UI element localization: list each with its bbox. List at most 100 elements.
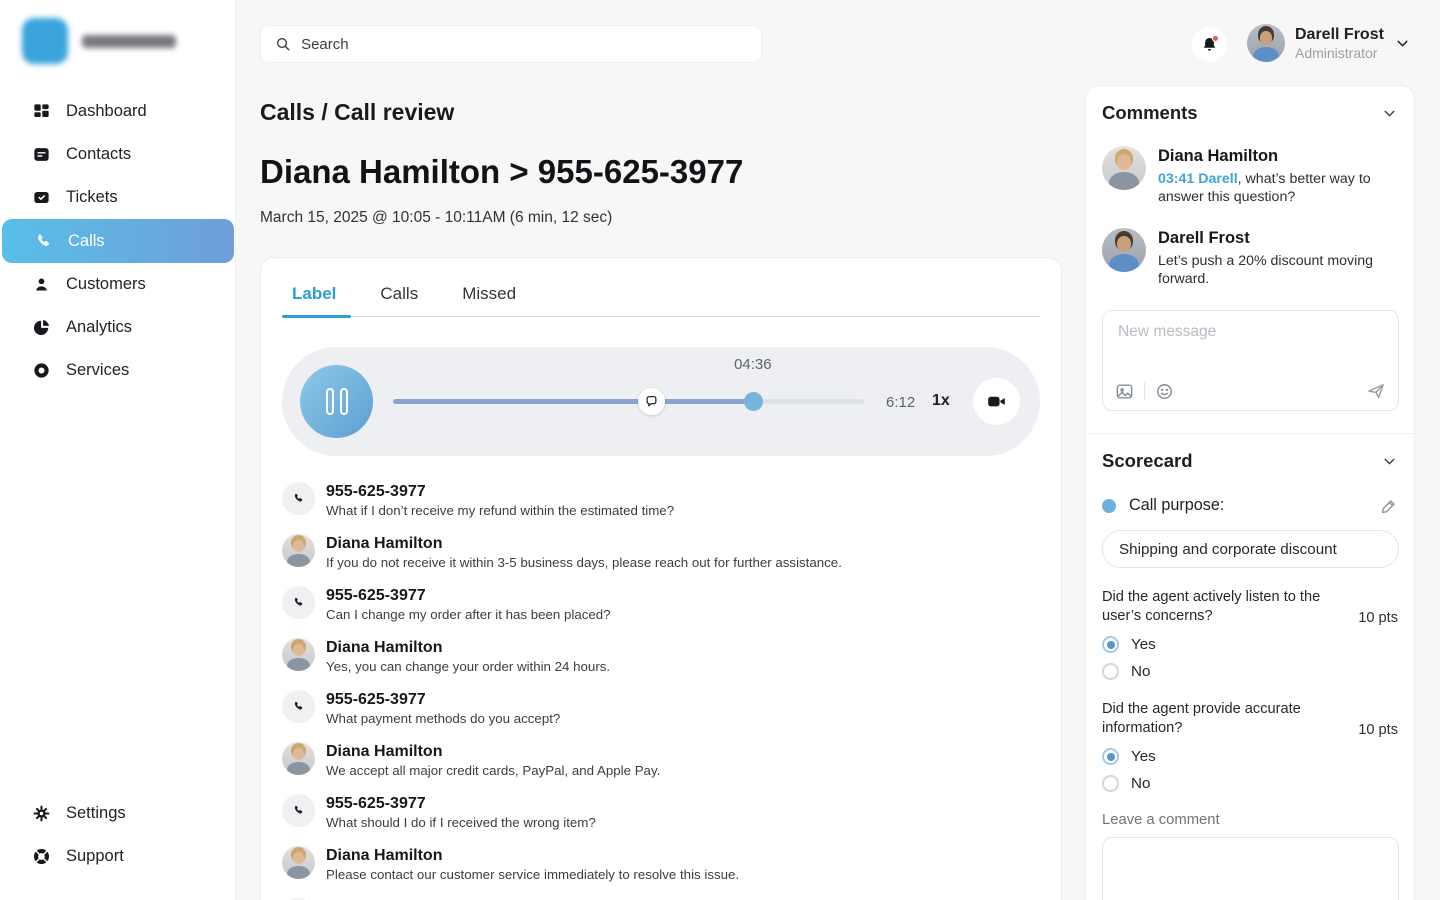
speaker-name: Diana Hamilton — [326, 846, 739, 865]
radio-label: Yes — [1131, 636, 1156, 653]
attach-image-icon[interactable] — [1115, 382, 1134, 401]
radio-option-no[interactable]: No — [1102, 775, 1398, 792]
emoji-icon[interactable] — [1155, 382, 1174, 401]
phone-avatar-icon — [282, 482, 315, 515]
new-message-box[interactable]: New message — [1102, 310, 1399, 411]
search-bar[interactable] — [260, 25, 762, 63]
comment-body: Let’s push a 20% discount moving forward… — [1158, 253, 1373, 287]
radio-unchecked-icon[interactable] — [1102, 775, 1119, 792]
seek-track — [393, 399, 864, 404]
agent-avatar — [282, 534, 315, 567]
new-message-placeholder: New message — [1118, 323, 1383, 341]
review-side-panel: Comments Diana Hamilton 03:41 Darell, wh… — [1085, 85, 1415, 900]
radio-checked-icon[interactable] — [1102, 636, 1119, 653]
brand-logo — [0, 0, 235, 64]
tab-missed[interactable]: Missed — [452, 276, 526, 316]
transcript-row[interactable]: Diana Hamilton If you do not receive it … — [282, 534, 1040, 571]
scorecard-question: Did the agent actively listen to the use… — [1102, 588, 1398, 626]
playback-speed-button[interactable]: 1x — [932, 392, 950, 410]
chevron-down-icon[interactable] — [1381, 453, 1398, 470]
breadcrumb: Calls / Call review — [260, 99, 454, 126]
transcript-row[interactable]: 955-625-3977 What should I do if I recei… — [282, 794, 1040, 831]
active-tab-indicator — [282, 315, 351, 318]
speaker-name: Diana Hamilton — [326, 534, 842, 553]
sidebar-item-customers[interactable]: Customers — [0, 263, 235, 306]
pause-icon — [340, 388, 348, 415]
customers-icon — [32, 275, 51, 294]
call-purpose-value: Shipping and corporate discount — [1119, 541, 1337, 558]
leave-comment-field[interactable] — [1102, 837, 1399, 900]
sidebar-item-label: Services — [66, 361, 129, 380]
services-icon — [32, 361, 51, 380]
sidebar-item-tickets[interactable]: Tickets — [0, 176, 235, 219]
comment-author: Diana Hamilton — [1158, 146, 1399, 166]
utterance: We accept all major credit cards, PayPal… — [326, 763, 660, 779]
question-points: 10 pts — [1358, 722, 1398, 738]
agent-avatar — [282, 742, 315, 775]
contacts-icon — [32, 145, 51, 164]
question-text: Did the agent provide accurate informati… — [1102, 700, 1330, 738]
radio-option-yes[interactable]: Yes — [1102, 748, 1398, 765]
chevron-down-icon[interactable] — [1381, 105, 1398, 122]
comment-item: Diana Hamilton 03:41 Darell, what’s bett… — [1102, 146, 1398, 206]
radio-checked-icon[interactable] — [1102, 748, 1119, 765]
user-menu[interactable]: Darell Frost Administrator — [1247, 24, 1411, 62]
timestamp-mention-link[interactable]: 03:41 Darell — [1158, 171, 1238, 187]
speaker-name: 955-625-3977 — [326, 794, 596, 813]
sidebar-item-label: Tickets — [66, 188, 118, 207]
tab-label[interactable]: Label — [282, 276, 346, 316]
sidebar-item-label: Settings — [66, 804, 126, 823]
transcript-list: 955-625-3977 What if I don’t receive my … — [282, 482, 1040, 900]
transcript-row[interactable]: 955-625-3977 What if I don’t receive my … — [282, 482, 1040, 519]
tab-bar: Label Calls Missed — [282, 276, 1040, 316]
video-button[interactable] — [973, 378, 1020, 425]
scorecard-header: Scorecard — [1102, 450, 1398, 472]
speaker-name: 955-625-3977 — [326, 586, 611, 605]
speech-bubble-icon — [645, 395, 658, 408]
avatar — [1247, 24, 1285, 62]
total-time: 6:12 — [886, 394, 915, 411]
transcript-row[interactable]: Diana Hamilton Yes, you can change your … — [282, 638, 1040, 675]
user-role: Administrator — [1295, 45, 1384, 62]
call-purpose-row: Call purpose: — [1102, 496, 1398, 515]
pause-button[interactable] — [300, 365, 373, 438]
current-time: 04:36 — [734, 356, 772, 373]
scorecard-question: Did the agent provide accurate informati… — [1102, 700, 1398, 738]
seek-bar[interactable]: 04:36 — [393, 347, 864, 456]
agent-avatar — [282, 846, 315, 879]
search-input[interactable] — [301, 36, 747, 53]
sidebar-item-calls[interactable]: Calls — [2, 219, 234, 263]
sidebar-item-settings[interactable]: Settings — [0, 792, 235, 835]
radio-option-yes[interactable]: Yes — [1102, 636, 1398, 653]
radio-option-no[interactable]: No — [1102, 663, 1398, 680]
phone-icon — [34, 232, 53, 251]
sidebar-item-contacts[interactable]: Contacts — [0, 133, 235, 176]
send-icon[interactable] — [1366, 381, 1386, 401]
user-name: Darell Frost — [1295, 25, 1384, 45]
question-text: Did the agent actively listen to the use… — [1102, 588, 1330, 626]
transcript-row[interactable]: Diana Hamilton Please contact our custom… — [282, 846, 1040, 883]
gear-icon — [32, 804, 51, 823]
sidebar-item-support[interactable]: Support — [0, 835, 235, 878]
sidebar-item-dashboard[interactable]: Dashboard — [0, 90, 235, 133]
radio-unchecked-icon[interactable] — [1102, 663, 1119, 680]
comment-text: Let’s push a 20% discount moving forward… — [1158, 252, 1399, 288]
phone-avatar-icon — [282, 586, 315, 619]
sidebar-item-analytics[interactable]: Analytics — [0, 306, 235, 349]
comment-text: 03:41 Darell, what’s better way to answe… — [1158, 170, 1399, 206]
seek-thumb[interactable] — [744, 392, 763, 411]
call-purpose-field[interactable]: Shipping and corporate discount — [1102, 530, 1399, 568]
sidebar-item-label: Dashboard — [66, 102, 147, 121]
transcript-row[interactable]: 955-625-3977 What payment methods do you… — [282, 690, 1040, 727]
transcript-row[interactable]: 955-625-3977 Can I change my order after… — [282, 586, 1040, 623]
edit-pencil-icon[interactable] — [1380, 497, 1398, 515]
notifications-button[interactable] — [1192, 27, 1227, 62]
audio-player: 04:36 6:12 1x — [282, 347, 1040, 456]
section-divider — [1086, 433, 1414, 434]
utterance: If you do not receive it within 3-5 busi… — [326, 555, 842, 571]
tab-calls[interactable]: Calls — [370, 276, 428, 316]
sidebar: Dashboard Contacts Tickets Calls Custome… — [0, 0, 236, 900]
comment-marker[interactable] — [638, 388, 665, 415]
transcript-row[interactable]: Diana Hamilton We accept all major credi… — [282, 742, 1040, 779]
sidebar-item-services[interactable]: Services — [0, 349, 235, 392]
